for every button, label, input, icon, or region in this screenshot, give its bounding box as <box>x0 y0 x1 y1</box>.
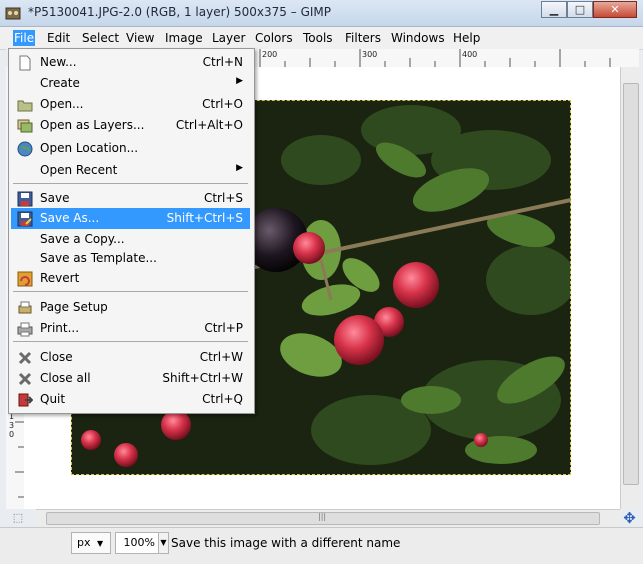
zoom-dropdown-button[interactable]: ▼ <box>158 532 169 554</box>
menu-windows[interactable]: Windows <box>390 30 446 46</box>
unit-select[interactable]: px ▼ <box>71 532 111 554</box>
menu-label: Print... <box>40 321 80 335</box>
vertical-scrollbar[interactable] <box>620 67 640 509</box>
menu-shortcut: Ctrl+P <box>204 321 243 335</box>
menu-item-open-recent[interactable]: Open Recent ▶ <box>11 160 250 181</box>
menu-view[interactable]: View <box>125 30 155 46</box>
menu-layer[interactable]: Layer <box>211 30 246 46</box>
menu-label: Save <box>40 191 70 205</box>
menu-item-print[interactable]: Print... Ctrl+P <box>11 318 250 339</box>
submenu-arrow-icon: ▶ <box>236 76 243 86</box>
title-bar: *P5130041.JPG-2.0 (RGB, 1 layer) 500x375… <box>0 0 643 27</box>
revert-icon <box>17 271 33 287</box>
menu-shortcut: Shift+Ctrl+S <box>166 211 243 225</box>
menu-label: Open Location... <box>40 141 139 155</box>
menu-colors[interactable]: Colors <box>254 30 294 46</box>
menu-shortcut: Ctrl+O <box>202 97 243 111</box>
menu-label: Close <box>40 350 73 364</box>
menu-item-close[interactable]: Close Ctrl+W <box>11 347 250 368</box>
new-document-icon <box>19 55 31 71</box>
menu-item-quit[interactable]: Quit Ctrl+Q <box>11 389 250 410</box>
menu-item-new[interactable]: New... Ctrl+N <box>11 52 250 73</box>
close-all-icon <box>18 372 32 386</box>
unit-value: px <box>77 536 91 549</box>
globe-icon <box>17 141 33 157</box>
menu-label: Page Setup <box>40 300 108 314</box>
menu-item-save-as-template[interactable]: Save as Template... <box>11 248 250 269</box>
menu-item-create[interactable]: Create ▶ <box>11 73 250 94</box>
close-button[interactable]: ✕ <box>593 1 637 18</box>
menu-shortcut: Ctrl+Alt+O <box>175 118 243 132</box>
window-controls: ▁ □ ✕ <box>541 1 637 19</box>
menu-shortcut: Ctrl+Q <box>202 392 243 406</box>
menu-label: New... <box>40 55 77 69</box>
menu-label: Quit <box>40 392 66 406</box>
menu-separator <box>13 341 248 342</box>
chevron-down-icon: ▼ <box>97 539 104 548</box>
menu-label: Open as Layers... <box>40 118 145 132</box>
menu-edit[interactable]: Edit <box>46 30 71 46</box>
printer-icon <box>17 322 33 337</box>
ruler-label-300: 300 <box>362 50 378 59</box>
menu-label: Close all <box>40 371 91 385</box>
zoom-input[interactable]: 100% <box>115 532 159 554</box>
save-as-icon <box>17 211 33 227</box>
menu-item-open[interactable]: Open... Ctrl+O <box>11 94 250 115</box>
close-x-icon <box>18 351 32 365</box>
menu-separator <box>13 291 248 292</box>
menu-item-save-a-copy[interactable]: Save a Copy... <box>11 229 250 250</box>
menu-shortcut: Shift+Ctrl+W <box>162 371 243 385</box>
menu-label: Open Recent <box>40 163 118 177</box>
scroll-grip-icon: ||| <box>318 512 327 521</box>
ruler-label-v3: 0 <box>9 430 15 439</box>
menu-help[interactable]: Help <box>452 30 481 46</box>
horizontal-scrollbar[interactable]: ||| <box>36 509 620 527</box>
menu-shortcut: Ctrl+W <box>199 350 243 364</box>
menu-item-open-as-layers[interactable]: Open as Layers... Ctrl+Alt+O <box>11 115 250 136</box>
status-bar: px ▼ 100% ▼ Save this image with a diffe… <box>0 527 643 564</box>
menu-label: Create <box>40 76 80 90</box>
ruler-label-200: 200 <box>262 50 278 59</box>
menu-shortcut: Ctrl+S <box>203 191 243 205</box>
status-message: Save this image with a different name <box>171 536 401 550</box>
menu-image[interactable]: Image <box>164 30 204 46</box>
menu-item-page-setup[interactable]: Page Setup <box>11 297 250 318</box>
gimp-icon <box>5 7 21 20</box>
floppy-disk-icon <box>17 191 33 207</box>
file-menu-dropdown: New... Ctrl+N Create ▶ Open... Ctrl+O Op… <box>8 48 255 414</box>
ruler-label-v2: 3 <box>9 421 15 430</box>
window-title: *P5130041.JPG-2.0 (RGB, 1 layer) 500x375… <box>28 5 331 19</box>
menu-select[interactable]: Select <box>81 30 120 46</box>
menu-tools[interactable]: Tools <box>302 30 334 46</box>
navigate-icon[interactable]: ✥ <box>620 509 639 527</box>
menu-label: Save as Template... <box>40 251 157 265</box>
menu-separator <box>13 183 248 184</box>
menu-item-close-all[interactable]: Close all Shift+Ctrl+W <box>11 368 250 389</box>
ruler-label-400: 400 <box>462 50 478 59</box>
menu-item-save[interactable]: Save Ctrl+S <box>11 188 250 209</box>
menu-filters[interactable]: Filters <box>344 30 382 46</box>
open-as-layers-icon <box>17 119 33 133</box>
menu-label: Save a Copy... <box>40 232 125 246</box>
maximize-button[interactable]: □ <box>567 1 593 18</box>
quit-icon <box>18 393 33 407</box>
submenu-arrow-icon: ▶ <box>236 163 243 173</box>
menu-bar: File Edit Select View Image Layer Colors… <box>0 27 643 50</box>
menu-label: Open... <box>40 97 84 111</box>
menu-shortcut: Ctrl+N <box>202 55 243 69</box>
menu-label: Save As... <box>40 211 100 225</box>
vertical-scroll-thumb[interactable] <box>623 83 639 485</box>
open-folder-icon <box>17 100 33 112</box>
quick-mask-toggle[interactable]: ⬚ <box>6 509 30 526</box>
menu-item-save-as[interactable]: Save As... Shift+Ctrl+S <box>11 208 250 229</box>
menu-label: Revert <box>40 271 80 285</box>
minimize-button[interactable]: ▁ <box>541 1 567 18</box>
menu-item-open-location[interactable]: Open Location... <box>11 138 250 159</box>
menu-item-revert[interactable]: Revert <box>11 268 250 289</box>
menu-file[interactable]: File <box>13 30 36 46</box>
page-setup-icon <box>18 301 32 314</box>
